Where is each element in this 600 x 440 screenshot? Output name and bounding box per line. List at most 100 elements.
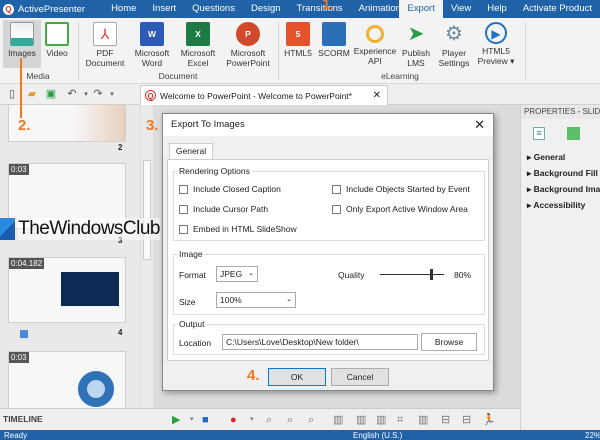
excel-button[interactable]: X Microsoft Excel [176, 20, 220, 68]
only-export-active-window-checkbox[interactable]: Only Export Active Window Area [332, 204, 468, 214]
timeline-label: TIMELINE [3, 414, 43, 424]
annotation-step-2: 2. [18, 117, 31, 134]
html5-button[interactable]: 5 HTML5 [281, 20, 315, 58]
cancel-button[interactable]: Cancel [331, 368, 389, 386]
undo-icon[interactable]: ↶ [66, 88, 78, 101]
include-cursor-path-checkbox[interactable]: Include Cursor Path [179, 204, 268, 214]
menu-export[interactable]: Export [399, 0, 443, 18]
document-icon: Q [145, 90, 156, 101]
close-tab-icon[interactable]: ✕ [373, 90, 381, 101]
tab-document[interactable]: Q Welcome to PowerPoint - Welcome to Pow… [140, 85, 388, 105]
menu-design[interactable]: Design [243, 0, 289, 18]
slides-panel: 2 0:03 3 0:04.182 4 0:03 [0, 105, 140, 408]
zoom-fit-icon[interactable]: ⌕ [266, 414, 272, 426]
split-icon[interactable]: ▥ [333, 414, 343, 426]
powerpoint-label-1: Microsoft [230, 48, 266, 58]
size-select[interactable]: 100% ⌄ [216, 292, 296, 308]
crop-icon[interactable]: ⌗ [397, 414, 403, 426]
size-value: 100% [220, 295, 242, 305]
fit-icon[interactable]: ⊟ [441, 414, 450, 426]
browse-button[interactable]: Browse [421, 333, 477, 351]
scorm-button[interactable]: SCORM [316, 20, 352, 58]
quality-value: 80% [454, 270, 472, 280]
undo-dropdown-icon[interactable]: ▾ [80, 88, 92, 101]
separator [525, 22, 526, 80]
record-icon[interactable]: ● [230, 414, 237, 426]
slide-thumbnail[interactable]: 0:04.182 [8, 257, 126, 323]
properties-accessibility[interactable]: ▸ Accessibility [521, 197, 600, 213]
scorm-icon [322, 22, 346, 46]
slide-thumbnail[interactable]: 0:03 [8, 351, 126, 408]
properties-general[interactable]: ▸ General [521, 149, 600, 165]
include-closed-caption-checkbox[interactable]: Include Closed Caption [179, 184, 281, 194]
slides-scrollbar[interactable] [140, 105, 153, 408]
player-settings-button[interactable]: ⚙ Player Settings [435, 20, 473, 68]
video-button[interactable]: Video [42, 20, 72, 58]
play-icon[interactable]: ▶ [172, 414, 180, 426]
publish-lms-button[interactable]: ➤ Publish LMS [399, 20, 433, 68]
format-select[interactable]: JPEG ⌄ [216, 266, 258, 282]
images-button[interactable]: Images [3, 20, 41, 68]
slide-duration: 0:03 [9, 352, 29, 363]
new-file-icon[interactable]: ▯ [6, 88, 18, 101]
pdf-label-2: Document [85, 58, 125, 68]
menu-questions[interactable]: Questions [184, 0, 243, 18]
player-settings-label-1: Player [441, 48, 467, 58]
zoom-in-icon[interactable]: ⌕ [308, 414, 314, 426]
join-icon[interactable]: ▥ [356, 414, 366, 426]
label: Include Objects Started by Event [346, 184, 470, 194]
stop-icon[interactable]: ■ [202, 414, 209, 426]
html5-label: HTML5 [284, 48, 312, 58]
status-text: Ready [4, 431, 28, 440]
zoom-out-icon[interactable]: ⌕ [287, 414, 293, 426]
experience-api-label-2: API [368, 56, 382, 66]
expand-icon[interactable]: ⊟ [462, 414, 471, 426]
annotation-step-1: 1. [322, 0, 335, 13]
app-name: Q ActivePresenter [0, 3, 103, 15]
close-icon[interactable]: ✕ [474, 114, 485, 136]
menu-activate-product[interactable]: Activate Product [515, 0, 600, 18]
cut-icon[interactable]: ▥ [418, 414, 428, 426]
experience-api-button[interactable]: Experience API [353, 20, 397, 66]
menu-view[interactable]: View [443, 0, 479, 18]
excel-label-2: Excel [187, 58, 209, 68]
ribbon: Images Video Media ⅄ PDF Document W Microso… [0, 18, 600, 84]
include-objects-started-by-event-checkbox[interactable]: Include Objects Started by Event [332, 184, 470, 194]
menu-animations[interactable]: Animations [351, 0, 400, 18]
play-dropdown-icon[interactable]: ▾ [190, 414, 194, 426]
ok-button[interactable]: OK [268, 368, 326, 386]
language-indicator[interactable]: English (U.S.) [353, 430, 402, 440]
embed-html-slideshow-checkbox[interactable]: Embed in HTML SlideShow [179, 224, 297, 234]
save-icon[interactable]: ▣ [45, 88, 57, 101]
location-input[interactable]: C:\Users\Love\Desktop\New folder\ [222, 334, 418, 350]
html5-preview-button[interactable]: ▶ HTML5 Preview ▾ [475, 20, 517, 66]
word-button[interactable]: W Microsoft Word [130, 20, 174, 68]
size-icon[interactable] [567, 127, 580, 140]
open-folder-icon[interactable]: ▰ [26, 88, 38, 101]
menu-help[interactable]: Help [479, 0, 515, 18]
redo-icon[interactable]: ↷ [92, 88, 104, 101]
properties-background-image[interactable]: ▸ Background Image [521, 181, 600, 197]
tab-general[interactable]: General [169, 143, 213, 159]
gear-icon: ⚙ [445, 23, 463, 45]
powerpoint-button[interactable]: P Microsoft PowerPoint [222, 20, 274, 68]
menu-transitions[interactable]: Transitions [289, 0, 351, 18]
paper-plane-icon: ➤ [407, 23, 425, 45]
size-label: Size [179, 297, 196, 307]
record-dropdown-icon[interactable]: ▾ [250, 414, 254, 426]
document-group-label: Document [158, 71, 198, 81]
running-man-icon[interactable]: 🏃 [482, 414, 496, 426]
quality-slider-thumb[interactable] [430, 269, 434, 280]
redo-dropdown-icon[interactable]: ▾ [106, 88, 118, 101]
insert-time-icon[interactable]: ▥ [376, 414, 386, 426]
quality-slider[interactable] [380, 269, 444, 280]
list-icon[interactable]: ≡ [533, 127, 545, 140]
slide-duration: 0:03 [9, 164, 29, 175]
label: Only Export Active Window Area [346, 204, 468, 214]
pdf-button[interactable]: ⅄ PDF Document [82, 20, 128, 68]
properties-background-fill[interactable]: ▸ Background Fill [521, 165, 600, 181]
menu-home[interactable]: Home [103, 0, 144, 18]
menu-insert[interactable]: Insert [144, 0, 184, 18]
video-label: Video [46, 48, 68, 58]
output-label: Output [177, 319, 207, 329]
